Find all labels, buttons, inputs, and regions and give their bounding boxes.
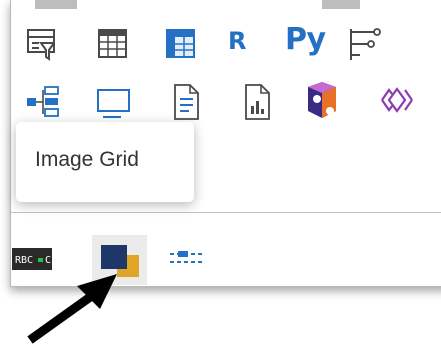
arrow-pointer-icon (27, 274, 117, 344)
